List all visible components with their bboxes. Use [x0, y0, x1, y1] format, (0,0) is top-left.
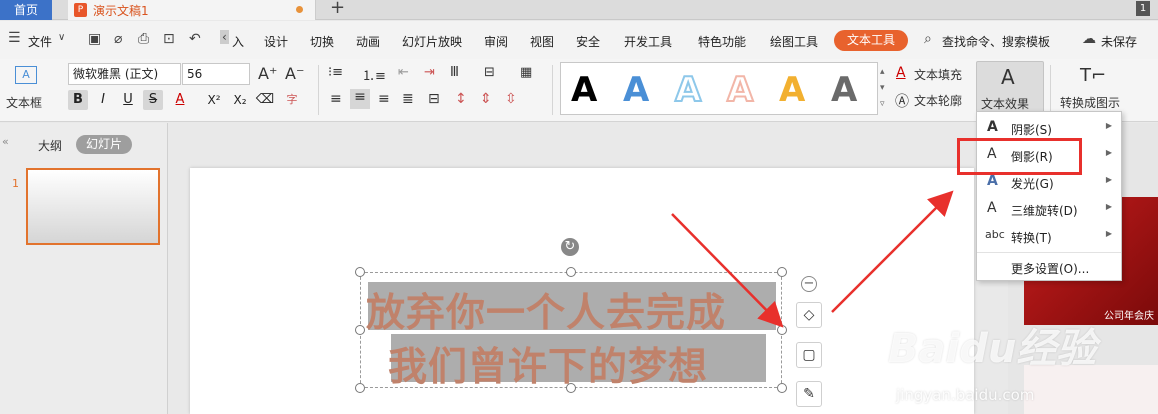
watermark-url: jingyan.baidu.com [896, 386, 1035, 404]
watermark-brand: Baidu经验 [888, 326, 1097, 372]
arrow-to-reflection [831, 190, 954, 313]
arrow-to-textbox [671, 213, 784, 328]
